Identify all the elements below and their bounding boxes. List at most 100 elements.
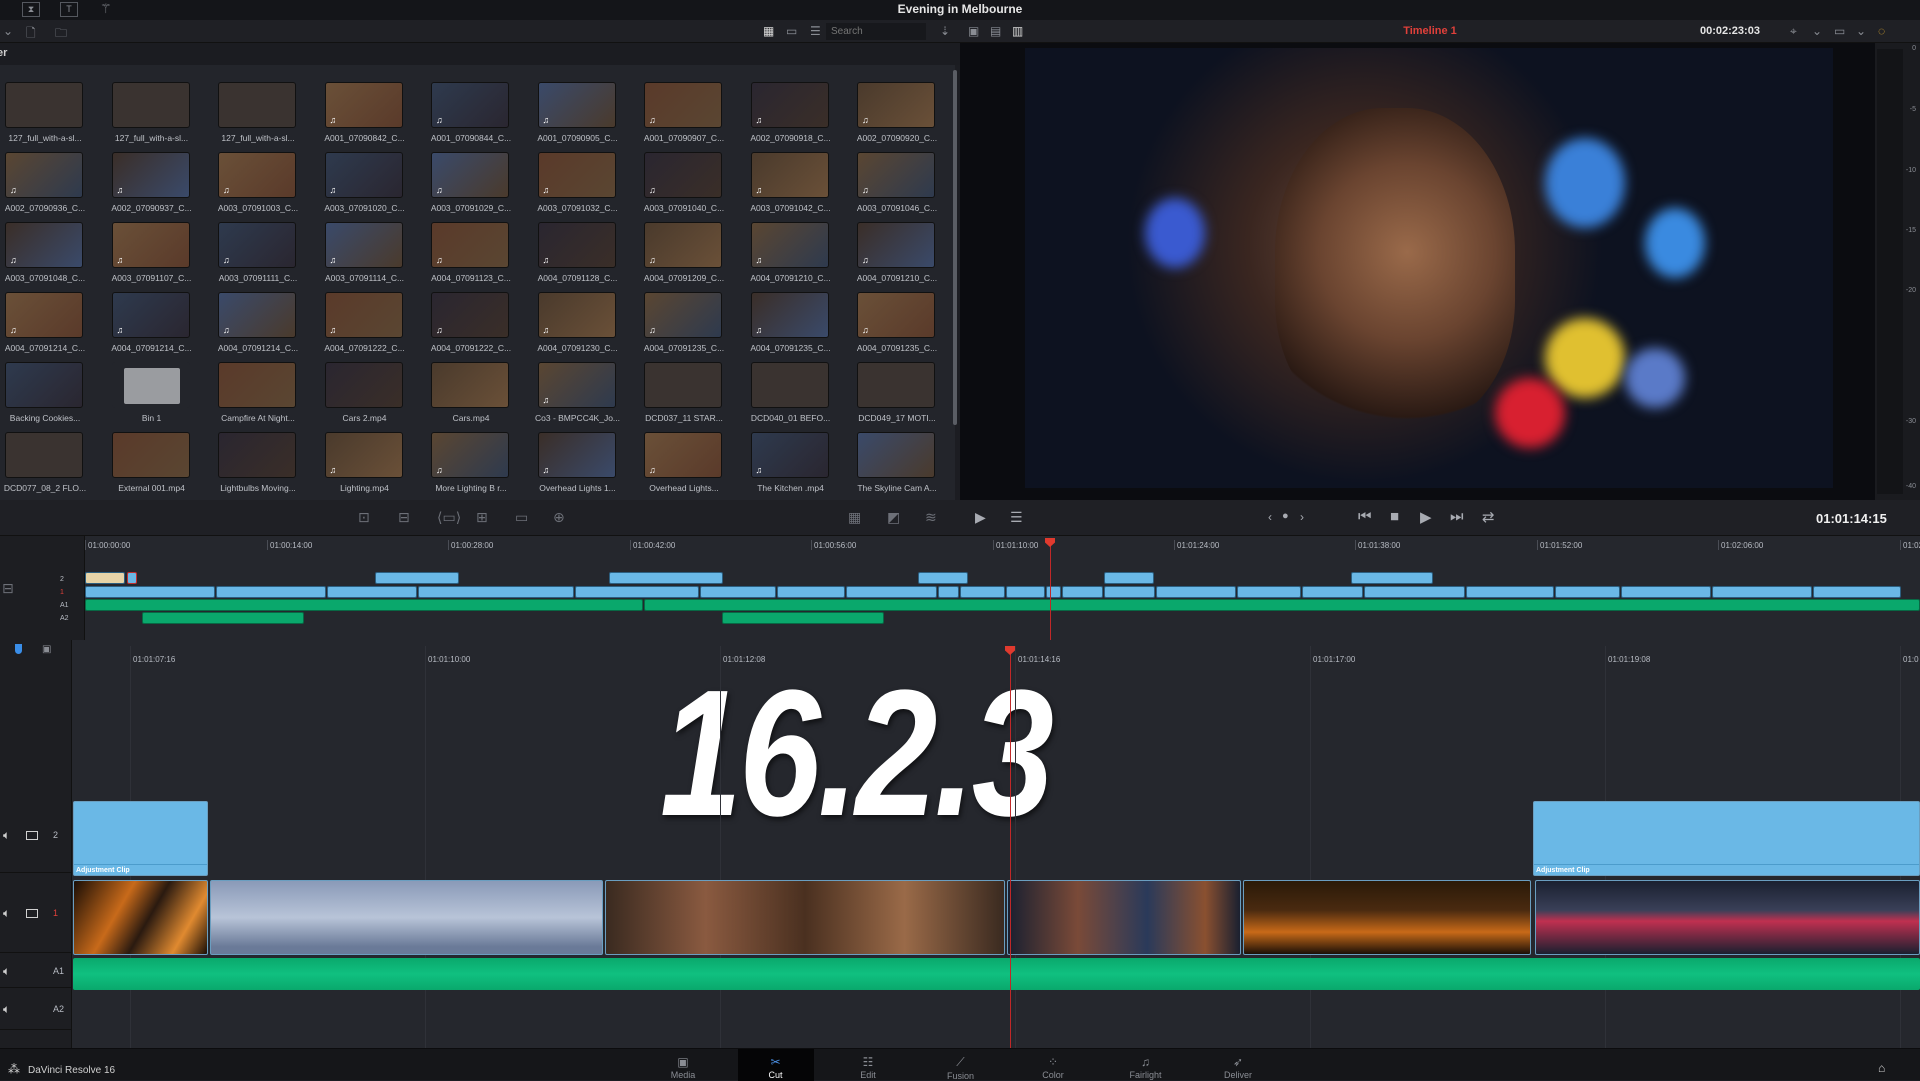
home-icon[interactable]: ⌂	[1878, 1061, 1885, 1075]
play-icon[interactable]: ▶	[1420, 508, 1432, 526]
clip-thumbnail[interactable]	[750, 362, 829, 408]
upper-clip-v2[interactable]	[127, 572, 137, 584]
upper-clip-v1[interactable]	[1062, 586, 1103, 598]
snap-marker-icon[interactable]	[15, 644, 22, 654]
clip-thumbnail[interactable]	[111, 82, 190, 128]
clip-thumbnail[interactable]	[5, 362, 83, 408]
clip-thumbnail[interactable]: ♫	[324, 82, 403, 128]
transition-icon[interactable]: ◩	[887, 509, 900, 526]
clip-thumbnail[interactable]: ♫	[218, 292, 296, 338]
upper-clip-v1[interactable]	[1104, 586, 1155, 598]
clip-thumbnail[interactable]: ♫	[537, 292, 616, 338]
clip-thumbnail[interactable]	[5, 432, 83, 478]
video-clip[interactable]	[605, 880, 1005, 955]
playhead-line[interactable]	[1010, 646, 1011, 1048]
video-clip[interactable]	[1535, 880, 1920, 955]
upper-clip-v2[interactable]	[85, 572, 125, 584]
source-clip-icon[interactable]: ▣	[968, 24, 979, 38]
viewer-mode-icon[interactable]: ▭	[1834, 24, 1845, 38]
upper-clip-v1[interactable]	[960, 586, 1005, 598]
upper-clip-a1[interactable]	[85, 599, 643, 611]
speaker-icon[interactable]: 🔈︎	[3, 828, 10, 843]
clip-thumbnail[interactable]: ♫	[537, 362, 616, 408]
adjustment-clip[interactable]: Adjustment Clip	[1533, 801, 1920, 876]
append-icon[interactable]: ⊟	[398, 509, 410, 526]
clip-thumbnail[interactable]: ♫	[750, 82, 829, 128]
loop-icon[interactable]: ⇄	[1482, 508, 1495, 526]
clip-thumbnail[interactable]	[5, 82, 83, 128]
chevron-down-icon[interactable]: ⌄	[3, 24, 13, 38]
speaker-icon[interactable]: 🔈︎	[3, 964, 10, 979]
clip-thumbnail[interactable]: ♫	[431, 152, 509, 198]
blackmagic-icon[interactable]: ▦	[848, 509, 861, 526]
upper-clip-v1[interactable]	[700, 586, 776, 598]
place-on-top-icon[interactable]: ▭	[515, 509, 528, 526]
timeline-thumbnail-icon[interactable]: ⊟	[2, 580, 14, 597]
upper-clip-v1[interactable]	[1621, 586, 1711, 598]
safe-area-icon[interactable]: ⌖	[1790, 24, 1797, 39]
prev-clip-icon[interactable]: ‹	[1268, 510, 1272, 524]
clip-thumbnail[interactable]: ♫	[644, 82, 722, 128]
media-pool-scrollbar[interactable]	[953, 70, 957, 425]
clip-thumbnail[interactable]: ♫	[5, 292, 83, 338]
upper-clip-v1[interactable]	[1364, 586, 1465, 598]
clip-thumbnail[interactable]: ♫	[857, 82, 935, 128]
chevron-down-icon[interactable]: ⌄	[1812, 24, 1822, 38]
clip-thumbnail[interactable]: ♫	[324, 152, 403, 198]
clip-thumbnail[interactable]: ♫	[111, 292, 190, 338]
speaker-icon[interactable]: 🔈︎	[3, 906, 10, 921]
playhead-handle[interactable]	[1045, 538, 1055, 547]
clip-thumbnail[interactable]: ♫	[857, 292, 935, 338]
mark-dot-icon[interactable]: ●	[1282, 510, 1289, 522]
clip-thumbnail[interactable]: ♫	[5, 222, 83, 268]
clip-thumbnail[interactable]	[111, 362, 190, 408]
clip-thumbnail[interactable]: ♫	[218, 222, 296, 268]
clip-thumbnail[interactable]: ♫	[537, 152, 616, 198]
clip-thumbnail[interactable]: ♫	[324, 222, 403, 268]
upper-clip-v1[interactable]	[1555, 586, 1620, 598]
sort-icon[interactable]: ⇣	[940, 24, 950, 38]
video-clip[interactable]	[73, 880, 208, 955]
grid-view-icon[interactable]: ▦	[763, 24, 774, 38]
clip-thumbnail[interactable]: ♫	[537, 82, 616, 128]
clip-thumbnail[interactable]: ♫	[644, 152, 722, 198]
smart-insert-icon[interactable]: ⊡	[358, 509, 370, 526]
upper-timeline[interactable]: ⊟ 2 1 A1 A2 01:00:00:00 01:00:14:00 01:00:28:…	[0, 536, 1920, 640]
page-tab-cut[interactable]: ✂ Cut	[737, 1049, 814, 1081]
clip-thumbnail[interactable]: ♫	[324, 432, 403, 478]
clip-thumbnail[interactable]: ♫	[644, 292, 722, 338]
clip-thumbnail[interactable]: ♫	[857, 222, 935, 268]
next-clip-icon[interactable]: ›	[1300, 510, 1304, 524]
upper-clip-v1[interactable]	[938, 586, 959, 598]
import-file-icon[interactable]: 🗋	[26, 24, 36, 45]
upper-clip-v1[interactable]	[846, 586, 937, 598]
page-tab-edit[interactable]: ☷ Edit	[830, 1049, 906, 1081]
settings-sliders-icon[interactable]: ☰	[1010, 509, 1023, 526]
ripple-overwrite-icon[interactable]: ⟨▭⟩	[437, 509, 461, 526]
close-up-icon[interactable]: ⊞	[476, 509, 488, 526]
upper-clip-a2[interactable]	[142, 612, 304, 624]
upper-clip-a1[interactable]	[644, 599, 1920, 611]
clip-thumbnail[interactable]: ♫	[537, 222, 616, 268]
clip-thumbnail[interactable]	[218, 82, 296, 128]
timeline-view-icon[interactable]: ▥	[1012, 24, 1023, 38]
source-tape-icon[interactable]: ▤	[990, 24, 1001, 38]
stop-icon[interactable]: ■	[1390, 508, 1399, 525]
upper-clip-v2[interactable]	[375, 572, 459, 584]
upper-clip-v1[interactable]	[327, 586, 417, 598]
clip-thumbnail[interactable]: ♫	[111, 222, 190, 268]
playback-mode-icon[interactable]: ▶	[975, 509, 986, 526]
viewer-frame[interactable]	[1025, 48, 1833, 488]
skip-back-icon[interactable]: ⏮	[1358, 508, 1372, 525]
clip-thumbnail[interactable]: ♫	[324, 292, 403, 338]
search-input[interactable]	[826, 23, 926, 40]
clip-thumbnail[interactable]: ♫	[431, 82, 509, 128]
clip-thumbnail[interactable]: ♫	[644, 222, 722, 268]
page-tab-color[interactable]: ⁘ Color	[1015, 1049, 1091, 1081]
clip-thumbnail[interactable]	[324, 362, 403, 408]
clip-thumbnail[interactable]	[218, 362, 296, 408]
adjustment-clip[interactable]: Adjustment Clip	[73, 801, 208, 876]
upper-clip-v1[interactable]	[1046, 586, 1061, 598]
upper-clip-v1[interactable]	[1302, 586, 1363, 598]
clip-thumbnail[interactable]	[218, 432, 296, 478]
